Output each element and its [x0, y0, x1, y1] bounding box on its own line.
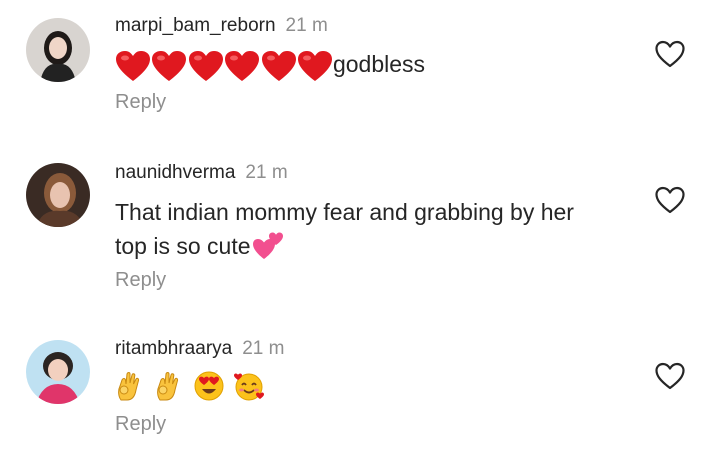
timestamp: 21 m [245, 162, 288, 183]
smiling-face-with-hearts-emoji-icon [233, 371, 265, 410]
two-hearts-emoji-icon [252, 232, 283, 259]
red-heart-emoji-icon [188, 51, 223, 82]
heart-outline-icon [655, 186, 685, 214]
username[interactable]: ritambhraarya [115, 338, 232, 359]
reply-button[interactable]: Reply [115, 91, 166, 114]
comment-text-content: godbless [332, 51, 426, 77]
comment-item: ritambhraarya 21 m Reply [0, 320, 720, 463]
comment-meta: naunidhverma 21 m [115, 161, 288, 185]
timestamp: 21 m [242, 338, 285, 359]
comment-item: naunidhverma 21 m That indian mommy fear … [0, 140, 720, 300]
timestamp: 21 m [285, 15, 328, 36]
username[interactable]: marpi_bam_reborn [115, 15, 276, 36]
ok-hand-emoji-icon [154, 370, 184, 411]
hearts-emoji-group [115, 48, 332, 83]
like-button[interactable] [654, 39, 686, 69]
comment-meta: marpi_bam_reborn 21 m [115, 14, 328, 38]
comment-text: godbless [115, 47, 635, 83]
like-button[interactable] [654, 185, 686, 215]
comment-text [115, 370, 635, 406]
red-heart-emoji-icon [261, 51, 296, 82]
comment-text-line-group: top is so cute [115, 229, 635, 263]
comment-meta: ritambhraarya 21 m [115, 337, 284, 361]
heart-outline-icon [655, 40, 685, 68]
reply-button[interactable]: Reply [115, 413, 166, 436]
red-heart-emoji-icon [152, 51, 187, 82]
comment-text-line: That indian mommy fear and grabbing by h… [115, 199, 574, 225]
comment-text-line: top is so cute [115, 233, 251, 259]
comment-item: marpi_bam_reborn 21 m godbless Reply [0, 0, 720, 140]
heart-eyes-emoji-icon [194, 371, 224, 410]
avatar[interactable] [26, 340, 90, 404]
ok-hand-emoji-icon [115, 370, 145, 411]
comment-text: That indian mommy fear and grabbing by h… [115, 195, 635, 263]
heart-outline-icon [655, 362, 685, 390]
avatar[interactable] [26, 163, 90, 227]
like-button[interactable] [654, 361, 686, 391]
red-heart-emoji-icon [225, 51, 260, 82]
avatar[interactable] [26, 18, 90, 82]
username[interactable]: naunidhverma [115, 162, 235, 183]
red-heart-emoji-icon [116, 51, 150, 82]
reply-button[interactable]: Reply [115, 269, 166, 292]
red-heart-emoji-icon [297, 51, 332, 82]
